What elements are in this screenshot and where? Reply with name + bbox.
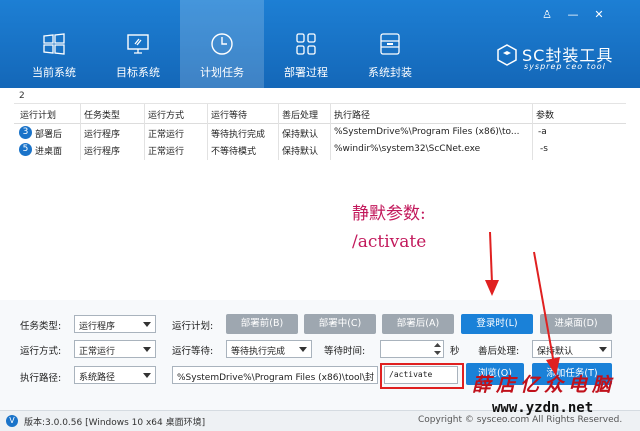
cell-type: 运行程序 <box>84 147 121 157</box>
cell-after: 保持默认 <box>282 130 319 140</box>
grid-icon <box>296 33 316 55</box>
table-row[interactable]: 5 进桌面 运行程序 正常运行 不等待模式 保持默认 %windir%\syst… <box>14 142 626 158</box>
cell-after: 保持默认 <box>282 147 319 157</box>
arrow-line <box>533 251 555 365</box>
wait-time-unit: 秒 <box>450 346 460 357</box>
run-mode-label: 运行方式: <box>20 346 62 357</box>
user-icon[interactable]: ♙ <box>540 8 554 22</box>
arrow-head <box>485 280 499 296</box>
select-value: 运行程序 <box>79 322 116 332</box>
column-header[interactable]: 执行路径 <box>334 108 370 121</box>
app-logo: SC封装工具 sysprep ceo tool <box>496 40 636 76</box>
tab-target-system[interactable]: 目标系统 <box>96 0 180 88</box>
version-icon: V <box>6 415 18 427</box>
cell-wait: 不等待模式 <box>211 147 257 157</box>
wait-time-label: 等待时间: <box>324 346 366 357</box>
cell-mode: 正常运行 <box>148 147 185 157</box>
minimize-button[interactable]: — <box>566 8 580 22</box>
windows-logo-icon <box>43 33 65 55</box>
exec-path-input[interactable]: %SystemDrive%\Program Files (x86)\tool\封 <box>172 366 378 384</box>
wait-select[interactable]: 等待执行完成 <box>226 340 312 358</box>
cell-type: 运行程序 <box>84 130 121 140</box>
cell-mode: 正常运行 <box>148 130 185 140</box>
annotation-line: 静默参数: <box>352 204 426 224</box>
annotation-line: /activate <box>352 232 427 252</box>
row-number-badge: 5 <box>19 143 32 156</box>
row-number-badge: 3 <box>19 126 32 139</box>
arrow-line <box>489 231 493 284</box>
cell-param: -s <box>540 144 548 154</box>
tab-scheduled-tasks[interactable]: 计划任务 <box>180 0 264 88</box>
tab-system-package[interactable]: 系统封装 <box>348 0 432 88</box>
chevron-down-icon <box>143 347 151 352</box>
path-type-select[interactable]: 系统路径 <box>74 366 156 384</box>
column-header[interactable]: 运行等待 <box>211 108 247 121</box>
plan-label: 运行计划: <box>172 321 214 332</box>
column-header[interactable]: 运行计划 <box>20 108 56 121</box>
top-navigation-bar: ♙ — ✕ 当前系统 目标系统 计划任务 部署过程 系统封装 SC封装工具 sy… <box>0 0 640 88</box>
task-count: 2 <box>19 91 25 101</box>
sc-logo-icon <box>497 44 517 66</box>
cell-plan: 部署后 <box>35 130 63 140</box>
task-type-select[interactable]: 运行程序 <box>74 315 156 333</box>
cell-wait: 等待执行完成 <box>211 130 266 140</box>
tab-label: 部署过程 <box>284 66 328 79</box>
column-header[interactable]: 善后处理 <box>282 108 318 121</box>
after-deploy-button[interactable]: 部署后(A) <box>382 314 454 334</box>
watermark-url: www.yzdn.net <box>492 400 594 416</box>
package-icon <box>380 33 400 55</box>
chevron-down-icon <box>299 347 307 352</box>
annotation-text: 静默参数: /activate <box>352 200 426 256</box>
cell-path: %SystemDrive%\Program Files (x86)\to... <box>334 127 520 137</box>
tab-current-system[interactable]: 当前系统 <box>12 0 96 88</box>
table-header: 运行计划 任务类型 运行方式 运行等待 善后处理 执行路径 参数 <box>14 104 626 124</box>
chevron-down-icon <box>143 322 151 327</box>
cell-param: -a <box>538 127 547 137</box>
task-count-bar: 2 <box>14 90 626 104</box>
wait-time-stepper[interactable] <box>380 340 444 358</box>
column-header[interactable]: 参数 <box>536 108 554 121</box>
chevron-down-icon <box>143 373 151 378</box>
tab-label: 当前系统 <box>32 66 76 79</box>
watermark-text: 薛店亿众电脑 <box>472 374 617 396</box>
tab-label: 计划任务 <box>200 66 244 79</box>
table-row[interactable]: 3 部署后 运行程序 正常运行 等待执行完成 保持默认 %SystemDrive… <box>14 125 626 141</box>
select-value: 等待执行完成 <box>231 347 286 357</box>
column-header[interactable]: 任务类型 <box>84 108 120 121</box>
stepper-arrows-icon[interactable] <box>434 342 441 356</box>
annotation-arrows <box>485 231 560 376</box>
logo-subtitle: sysprep ceo tool <box>524 62 606 71</box>
during-deploy-button[interactable]: 部署中(C) <box>304 314 376 334</box>
tab-label: 系统封装 <box>368 66 412 79</box>
run-mode-select[interactable]: 正常运行 <box>74 340 156 358</box>
version-text: 版本:3.0.0.56 [Windows 10 x64 桌面环境] <box>24 418 206 428</box>
tab-label: 目标系统 <box>116 66 160 79</box>
chevron-down-icon <box>599 347 607 352</box>
clock-icon <box>211 33 233 55</box>
exec-path-label: 执行路径: <box>20 373 62 384</box>
close-button[interactable]: ✕ <box>592 8 606 22</box>
param-highlight-box <box>380 363 464 389</box>
copyright-text: Copyright © sysceo.com All Rights Reserv… <box>418 415 623 425</box>
select-value: 系统路径 <box>79 373 116 383</box>
tab-deploy-process[interactable]: 部署过程 <box>264 0 348 88</box>
cell-path: %windir%\system32\ScCNet.exe <box>334 144 481 154</box>
select-value: 正常运行 <box>79 347 116 357</box>
column-header[interactable]: 运行方式 <box>148 108 184 121</box>
monitor-icon <box>127 34 149 54</box>
wait-label: 运行等待: <box>172 346 214 357</box>
task-type-label: 任务类型: <box>20 321 62 332</box>
cell-plan: 进桌面 <box>35 147 63 157</box>
before-deploy-button[interactable]: 部署前(B) <box>226 314 298 334</box>
